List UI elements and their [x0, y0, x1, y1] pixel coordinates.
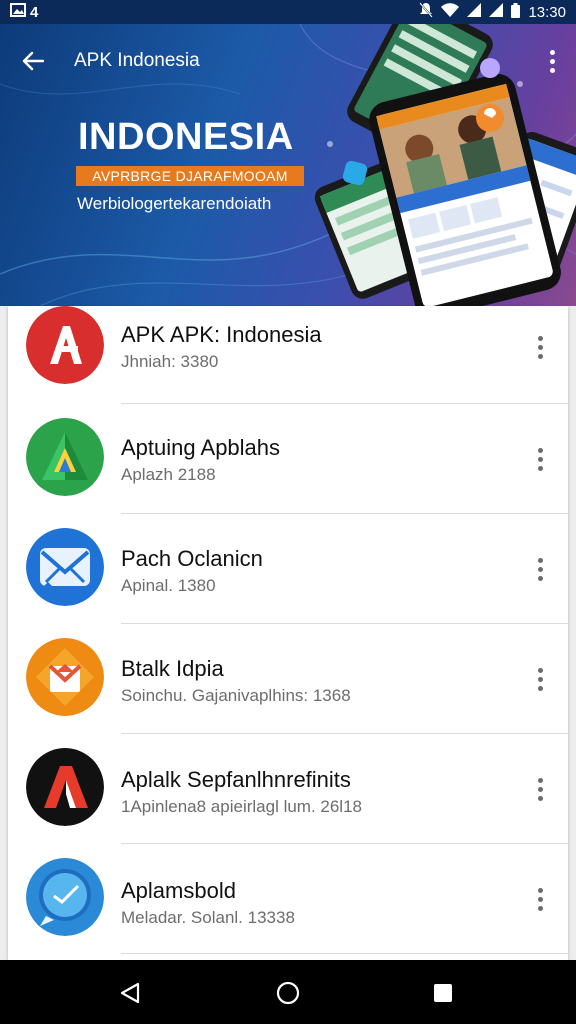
divider [121, 843, 568, 844]
nav-back-button[interactable] [116, 978, 146, 1008]
app-header: APK Indonesia INDONESIA AVPRBRGE DJARAFM… [0, 24, 576, 306]
app-name: Aptuing Apblahs [121, 435, 281, 460]
hero-subtitle: Werbiologertekarendoiath [77, 194, 272, 213]
item-overflow-menu[interactable] [528, 884, 552, 914]
back-button[interactable] [18, 46, 48, 76]
battery-icon [511, 2, 521, 22]
mail-icon [26, 528, 104, 606]
app-meta: 1Apinlena8 apieirlagl lum. 26l18 [121, 797, 362, 816]
list-item[interactable]: Aplalk Sepfanlhnrefinits 1Apinlena8 apie… [8, 748, 568, 858]
hero-tagline: AVPRBRGE DJARAFMOOAM [76, 166, 304, 186]
divider [121, 733, 568, 734]
nav-home-button[interactable] [273, 978, 303, 1008]
divider [121, 513, 568, 514]
navigation-bar [0, 960, 576, 1024]
orange-box-icon [26, 638, 104, 716]
status-right: 13:30 [419, 2, 566, 22]
blue-chat-icon [26, 858, 104, 936]
app-title: APK Indonesia [74, 50, 200, 71]
app-meta: Soinchu. Gajanivaplhins: 1368 [121, 686, 351, 705]
app-meta: Meladar. Solanl. 13338 [121, 908, 295, 927]
nav-back-icon [120, 982, 140, 1004]
app-meta: Aplazh 2188 [121, 465, 216, 484]
app-name: Aplalk Sepfanlhnrefinits [121, 767, 351, 792]
arrow-left-icon [22, 51, 44, 71]
nav-recents-icon [434, 984, 452, 1002]
app-meta: Jhniah: 3380 [121, 352, 219, 371]
app-name: Btalk Idpia [121, 656, 224, 681]
divider [121, 623, 568, 624]
item-overflow-menu[interactable] [528, 554, 552, 584]
signal-icon [489, 3, 504, 21]
black-a-icon [26, 748, 104, 826]
app-name: APK APK: Indonesia [121, 322, 322, 347]
status-left-text: 4 [30, 3, 39, 21]
item-overflow-menu[interactable] [528, 444, 552, 474]
list-item[interactable]: Aplamsbold Meladar. Solanl. 13338 [8, 858, 568, 968]
list-item[interactable]: Aptuing Apblahs Aplazh 2188 [8, 418, 568, 528]
gallery-icon [10, 3, 26, 21]
app-name: Aplamsbold [121, 878, 236, 903]
app-meta: Apinal. 1380 [121, 576, 216, 595]
divider [121, 403, 568, 404]
nav-home-icon [276, 981, 300, 1005]
item-overflow-menu[interactable] [528, 774, 552, 804]
status-left: 4 [10, 3, 38, 21]
list-item[interactable]: APK APK: Indonesia Jhniah: 3380 [8, 306, 568, 416]
hero-phones-illustration [314, 24, 576, 306]
wifi-icon [441, 3, 460, 21]
green-a-icon [26, 418, 104, 496]
list-item[interactable]: Btalk Idpia Soinchu. Gajanivaplhins: 136… [8, 638, 568, 748]
app-list: APK APK: Indonesia Jhniah: 3380 Aptuing … [8, 306, 568, 960]
status-bar: 4 13:30 [0, 0, 576, 24]
hero-heading: INDONESIA [78, 116, 294, 158]
red-a-icon [26, 306, 104, 384]
divider [121, 953, 568, 954]
item-overflow-menu[interactable] [528, 664, 552, 694]
nav-recents-button[interactable] [428, 978, 458, 1008]
mute-icon [419, 2, 434, 22]
signal-icon [467, 3, 482, 21]
app-name: Pach Oclanicn [121, 546, 263, 571]
status-time: 13:30 [528, 3, 566, 21]
item-overflow-menu[interactable] [528, 332, 552, 362]
list-item[interactable]: Pach Oclanicn Apinal. 1380 [8, 528, 568, 638]
